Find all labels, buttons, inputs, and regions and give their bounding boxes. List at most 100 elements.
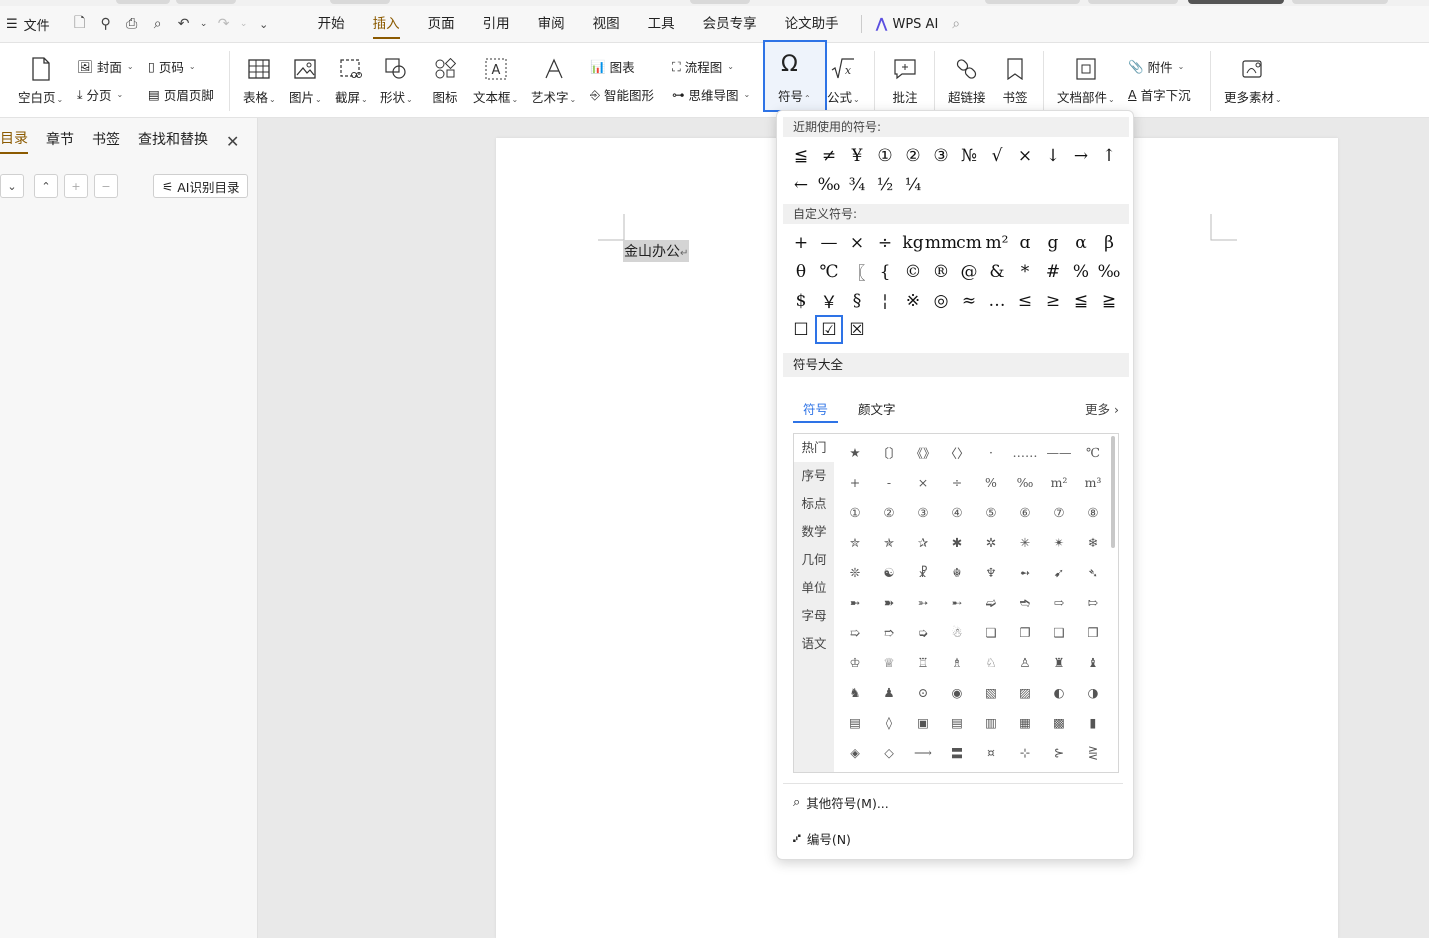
custom-symbol[interactable]: ɑ (1011, 228, 1039, 257)
library-symbol[interactable]: ✮ (838, 527, 872, 557)
chart-button[interactable]: 📊 图表 (590, 57, 635, 76)
custom-symbol[interactable]: cm (955, 228, 983, 257)
file-menu[interactable]: ☰ 文件 (6, 15, 50, 34)
bookmark-button[interactable]: 书签 (1001, 55, 1029, 106)
custom-symbol[interactable]: ☑ (815, 315, 843, 344)
recent-symbol[interactable]: ¼ (899, 170, 927, 199)
custom-symbol[interactable]: ℃ (815, 257, 843, 286)
redo-icon[interactable]: ↷ (214, 16, 234, 32)
custom-symbol[interactable]: α (1067, 228, 1095, 257)
custom-symbol[interactable]: * (1011, 257, 1039, 286)
category-item[interactable]: 字母 (794, 602, 834, 630)
recent-symbol[interactable]: ③ (927, 141, 955, 170)
library-symbol[interactable]: ◈ (838, 737, 872, 767)
library-symbol[interactable]: ¤ (974, 737, 1008, 767)
library-symbol[interactable]: ⟶ (906, 737, 940, 767)
library-symbol[interactable]: ◊ (872, 707, 906, 737)
library-symbol[interactable]: ♘ (974, 647, 1008, 677)
recent-symbol[interactable]: ‰ (815, 170, 843, 199)
library-symbol[interactable]: ▤ (838, 707, 872, 737)
library-symbol[interactable]: ➼ (838, 587, 872, 617)
library-symbol[interactable]: + (838, 467, 872, 497)
recent-symbol[interactable]: √ (983, 141, 1011, 170)
custom-symbol[interactable]: ◎ (927, 286, 955, 315)
more-material-button[interactable]: 更多素材⌄ (1224, 55, 1282, 106)
recent-symbol[interactable]: ① (871, 141, 899, 170)
undo-dropdown-icon[interactable]: ⌄ (200, 19, 208, 29)
textbox-button[interactable]: A 文本框⌄ (473, 55, 518, 106)
library-symbol[interactable]: ♙ (1008, 647, 1042, 677)
library-symbol[interactable]: ✳ (1008, 527, 1042, 557)
library-symbol[interactable]: - (872, 467, 906, 497)
library-symbol[interactable]: ✰ (906, 527, 940, 557)
library-symbol[interactable]: ➯ (838, 617, 872, 647)
format-painter-icon[interactable]: ⚲ (96, 16, 116, 32)
library-symbol[interactable]: ③ (906, 497, 940, 527)
library-symbol[interactable]: ❊ (838, 557, 872, 587)
library-symbol[interactable]: —— (1042, 437, 1076, 467)
tab-insert[interactable]: 插入 (359, 6, 414, 42)
custom-symbol[interactable]: θ (787, 257, 815, 286)
library-symbol[interactable]: ✯ (872, 527, 906, 557)
custom-symbol[interactable]: # (1039, 257, 1067, 286)
recent-symbol[interactable]: ¥ (843, 141, 871, 170)
library-symbol[interactable]: ② (872, 497, 906, 527)
library-symbol[interactable]: m² (1042, 467, 1076, 497)
flowchart-button[interactable]: ⛶ 流程图 ⌄ (672, 57, 734, 76)
library-symbol[interactable]: ☧ (906, 557, 940, 587)
library-symbol[interactable]: 《》 (906, 437, 940, 467)
library-symbol[interactable]: ➸ (940, 587, 974, 617)
tab-thesis-assistant[interactable]: 论文助手 (771, 6, 853, 42)
custom-symbol[interactable]: ≧ (1095, 286, 1123, 315)
library-symbol[interactable]: ❐ (1008, 617, 1042, 647)
library-symbol[interactable]: ① (838, 497, 872, 527)
custom-symbol[interactable]: ￥ (815, 286, 843, 315)
library-symbol[interactable]: ♜ (1042, 647, 1076, 677)
library-symbol[interactable]: 〔〕 (872, 437, 906, 467)
custom-symbol[interactable]: ≦ (1067, 286, 1095, 315)
custom-symbol[interactable]: % (1067, 257, 1095, 286)
tab-symbols[interactable]: 符号 (793, 399, 839, 423)
library-symbol[interactable]: ‰ (1008, 467, 1042, 497)
library-symbol[interactable]: ✱ (940, 527, 974, 557)
custom-symbol[interactable]: × (843, 228, 871, 257)
picture-button[interactable]: 图片⌄ (289, 55, 322, 106)
other-symbols-menu-item[interactable]: ⌕ 其他符号(M)... (793, 793, 889, 812)
library-symbol[interactable]: ➱ (872, 617, 906, 647)
redo-dropdown-icon[interactable]: ⌄ (240, 19, 248, 29)
library-symbol[interactable]: ➴ (1076, 557, 1110, 587)
library-symbol[interactable]: ▣ (906, 707, 940, 737)
library-symbol[interactable]: ◉ (940, 677, 974, 707)
header-footer-button[interactable]: ▤ 页眉页脚 (148, 85, 214, 104)
remove-heading-button[interactable]: − (94, 174, 118, 198)
custom-symbol[interactable]: kg (899, 228, 927, 257)
tab-member[interactable]: 会员专享 (689, 6, 771, 42)
numbering-menu-item[interactable]: ⑇ 编号(N) (793, 829, 851, 848)
library-symbol[interactable]: ♖ (906, 647, 940, 677)
comment-button[interactable]: 批注 (891, 55, 919, 106)
library-symbol[interactable]: ☬ (940, 557, 974, 587)
custom-symbol[interactable]: © (899, 257, 927, 286)
library-symbol[interactable]: ★ (838, 437, 872, 467)
library-symbol[interactable]: ➭ (906, 617, 940, 647)
add-heading-button[interactable]: + (64, 174, 88, 198)
tab-bookmarks[interactable]: 书签 (92, 129, 120, 153)
tab-toc[interactable]: 目录 (0, 128, 28, 154)
mindmap-button[interactable]: ⊶ 思维导图 ⌄ (672, 85, 750, 104)
custom-symbol[interactable]: ≤ (1011, 286, 1039, 315)
custom-symbol[interactable]: ☐ (787, 315, 815, 344)
cover-button[interactable]: 🖼 封面 ⌄ (77, 57, 134, 76)
library-symbol[interactable]: ❒ (1076, 617, 1110, 647)
custom-symbol[interactable]: ※ (899, 286, 927, 315)
recent-symbol[interactable]: ≦ (787, 141, 815, 170)
tab-view[interactable]: 视图 (579, 6, 634, 42)
recent-symbol[interactable]: ↑ (1095, 141, 1123, 170)
library-symbol[interactable]: ④ (940, 497, 974, 527)
library-symbol[interactable]: · (974, 437, 1008, 467)
tab-references[interactable]: 引用 (469, 6, 524, 42)
library-symbol[interactable]: ♕ (872, 647, 906, 677)
page-number-button[interactable]: ▯ 页码 ⌄ (148, 57, 196, 76)
icon-button[interactable]: 图标 (431, 55, 459, 106)
doc-parts-button[interactable]: 文档部件⌄ (1057, 55, 1115, 106)
library-symbol[interactable]: ⑦ (1042, 497, 1076, 527)
